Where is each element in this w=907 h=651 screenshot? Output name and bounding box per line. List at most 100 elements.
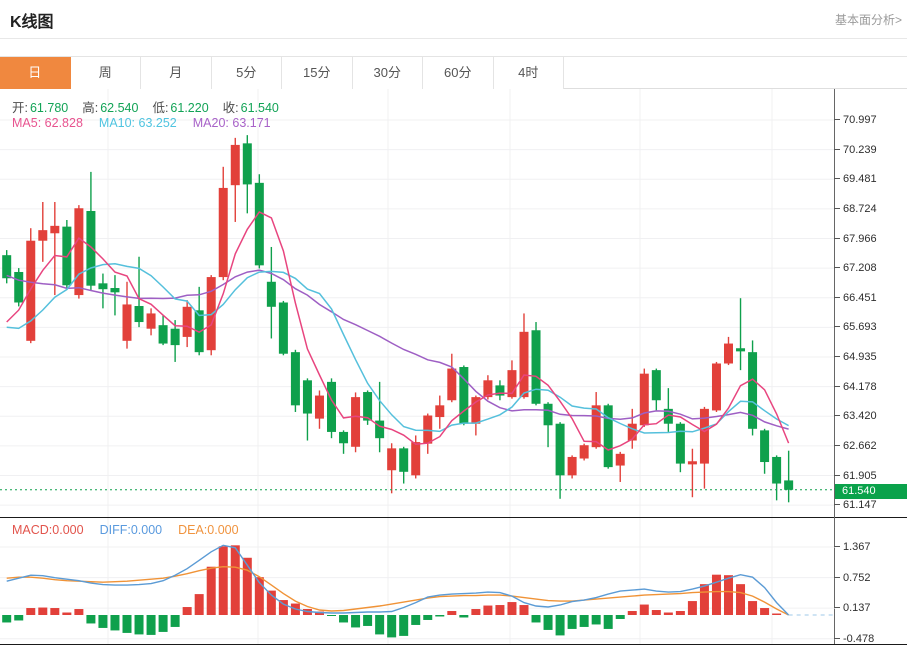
macd-bar [556, 615, 565, 635]
price-tick: 67.966 [835, 233, 907, 245]
candle-body [640, 374, 649, 426]
candle-body [303, 380, 312, 413]
candle-body [315, 396, 324, 419]
candle-body [135, 306, 144, 322]
macd-bar [748, 601, 757, 615]
price-tick: 70.239 [835, 144, 907, 156]
price-tick: 64.935 [835, 351, 907, 363]
candle-body [568, 457, 577, 475]
ma10-value: 63.252 [139, 116, 177, 130]
candle-body [267, 282, 276, 307]
tick-mark [834, 178, 840, 179]
tick-mark [834, 208, 840, 209]
price-tick: 62.662 [835, 440, 907, 452]
macd-bar [231, 545, 240, 615]
tick-mark [834, 475, 840, 476]
low-label: 低: [152, 101, 168, 115]
macd-bar [98, 615, 107, 628]
macd-bar [411, 615, 420, 625]
macd-readout: MACD:0.000 DIFF:0.000 DEA:0.000 [12, 523, 239, 537]
macd-bar [652, 610, 661, 615]
macd-bar [195, 594, 204, 615]
tab-3[interactable]: 5分 [212, 57, 283, 89]
macd-bar [123, 615, 132, 633]
candle-body [26, 241, 35, 341]
macd-bar [207, 567, 216, 615]
close-value: 61.540 [241, 101, 279, 115]
interval-tab-bar: 日周月5分15分30分60分4时 [0, 56, 907, 89]
macd-bar [459, 615, 468, 617]
candle-body [339, 432, 348, 443]
tab-4[interactable]: 15分 [282, 57, 353, 89]
macd-bar [219, 546, 228, 615]
candle-body [712, 363, 721, 410]
macd-bar [616, 615, 625, 619]
macd-bar [544, 615, 553, 630]
macd-bar [628, 611, 637, 615]
diff-label: DIFF: [100, 523, 131, 537]
macd-bar [688, 601, 697, 615]
macd-bar [580, 615, 589, 627]
macd-tick: -0.478 [835, 633, 907, 645]
candle-body [532, 330, 541, 404]
candle-body [2, 255, 11, 278]
tick-mark [834, 267, 840, 268]
price-tick: 64.178 [835, 381, 907, 393]
macd-bar [471, 609, 480, 615]
candle-body [556, 424, 565, 476]
tick-mark [834, 607, 840, 608]
candle-body [50, 226, 59, 233]
tick-mark [834, 386, 840, 387]
tick-mark [834, 149, 840, 150]
tick-mark [834, 638, 840, 639]
fundamental-analysis-link[interactable]: 基本面分析> [835, 11, 902, 28]
price-tick: 69.481 [835, 173, 907, 185]
candle-body [243, 143, 252, 184]
macd-bar [423, 615, 432, 620]
candle-body [183, 307, 192, 337]
macd-bar [339, 615, 348, 622]
tick-mark [834, 297, 840, 298]
candle-body [219, 188, 228, 277]
tab-1[interactable]: 周 [71, 57, 142, 89]
macd-bar [435, 615, 444, 616]
ma-readout: MA5: 62.828 MA10: 63.252 MA20: 63.171 [12, 116, 271, 130]
macd-bar [375, 615, 384, 634]
ma20-label: MA20: [193, 116, 229, 130]
macd-bar [447, 611, 456, 615]
ohlc-readout: 开:61.780 高:62.540 低:61.220 收:61.540 [12, 97, 279, 116]
tab-0[interactable]: 日 [0, 57, 71, 89]
macd-bar [2, 615, 11, 622]
macd-bar [399, 615, 408, 636]
tab-6[interactable]: 60分 [423, 57, 494, 89]
tab-7[interactable]: 4时 [494, 57, 565, 89]
ma10-line [7, 264, 789, 433]
candle-body [784, 480, 793, 489]
price-tick: 68.724 [835, 203, 907, 215]
macd-tick: 0.137 [835, 602, 907, 614]
ma10-label: MA10: [99, 116, 135, 130]
macd-bar [327, 615, 336, 616]
diff-value: 0.000 [131, 523, 162, 537]
main-candlestick-chart[interactable] [0, 89, 835, 517]
candle-body [724, 344, 733, 364]
page-header: K线图 基本面分析> [0, 0, 907, 39]
tab-5[interactable]: 30分 [353, 57, 424, 89]
chart-bottom-border [0, 644, 907, 645]
macd-bar [110, 615, 119, 630]
open-label: 开: [12, 101, 28, 115]
macd-bar [772, 614, 781, 615]
candle-body [171, 329, 180, 345]
high-value: 62.540 [100, 101, 138, 115]
candle-body [387, 448, 396, 470]
candle-body [327, 382, 336, 432]
macd-bar [664, 613, 673, 615]
tick-mark [834, 445, 840, 446]
candle-body [279, 302, 288, 353]
candle-body [736, 348, 745, 351]
macd-tick: 1.367 [835, 541, 907, 553]
macd-bar [387, 615, 396, 637]
low-value: 61.220 [170, 101, 208, 115]
macd-bar [676, 611, 685, 615]
tab-2[interactable]: 月 [141, 57, 212, 89]
